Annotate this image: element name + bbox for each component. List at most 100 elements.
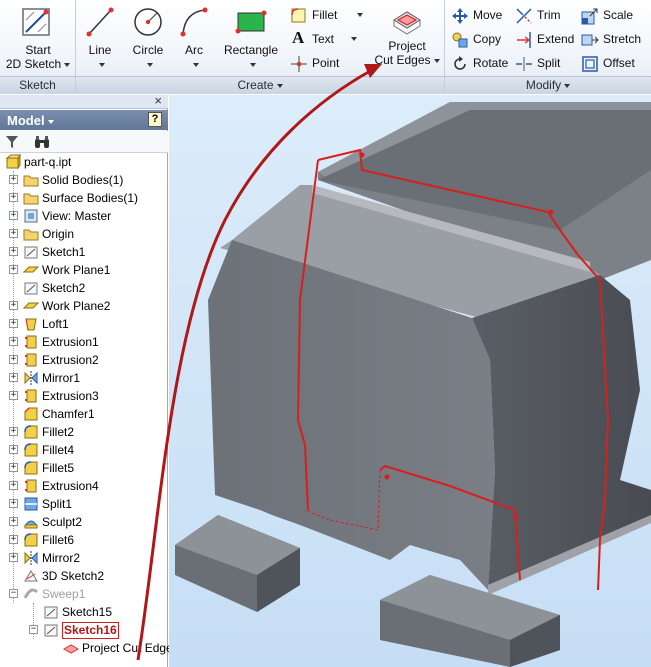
model-title[interactable]: Model <box>7 113 54 128</box>
close-icon[interactable]: × <box>154 93 162 108</box>
model-3d-view[interactable] <box>169 95 651 667</box>
expand-toggle[interactable]: + <box>9 193 18 202</box>
expand-toggle[interactable]: + <box>9 535 18 544</box>
find-binoculars-icon[interactable] <box>34 135 50 149</box>
expand-toggle[interactable]: + <box>9 319 18 328</box>
tree-node[interactable]: + Split1 <box>9 495 168 513</box>
browser-toolbar <box>0 131 168 153</box>
tree-node[interactable]: + Fillet4 <box>9 441 168 459</box>
expand-toggle[interactable]: + <box>9 175 18 184</box>
expand-toggle[interactable]: + <box>9 445 18 454</box>
scale-button[interactable]: Scale <box>581 5 649 25</box>
trim-button[interactable]: Trim <box>515 5 581 25</box>
start-2d-sketch-button[interactable]: Start 2D Sketch <box>4 6 72 71</box>
line-button[interactable]: Line <box>80 4 120 71</box>
point-label: Point <box>312 56 340 70</box>
expand-toggle[interactable]: + <box>9 211 18 220</box>
line-icon <box>86 7 114 37</box>
tree-node[interactable]: Project Cut Edge <box>62 639 173 657</box>
mirror-icon <box>24 371 38 385</box>
filter-icon[interactable] <box>5 135 19 149</box>
extrusion-icon <box>25 353 37 367</box>
expand-toggle[interactable]: + <box>9 391 18 400</box>
offset-button[interactable]: Offset <box>581 53 649 73</box>
tree-node[interactable]: + Sculpt2 <box>9 513 168 531</box>
tree-node-label: Origin <box>42 227 75 241</box>
expand-toggle[interactable]: + <box>9 265 18 274</box>
arc-button[interactable]: Arc <box>174 4 214 71</box>
tree-node[interactable]: + Extrusion3 <box>9 387 168 405</box>
chevron-down-icon <box>146 62 153 67</box>
left-foot <box>175 515 300 612</box>
tree-node[interactable]: + Surface Bodies(1) <box>9 189 168 207</box>
expand-toggle[interactable]: + <box>9 499 18 508</box>
expand-toggle[interactable]: + <box>9 337 18 346</box>
stretch-icon <box>581 34 599 46</box>
tree-node[interactable]: + Work Plane1 <box>9 261 168 279</box>
rotate-button[interactable]: Rotate <box>451 53 513 73</box>
tree-node[interactable]: + Fillet5 <box>9 459 168 477</box>
expand-toggle[interactable]: + <box>9 301 18 310</box>
tree-node[interactable]: + Solid Bodies(1) <box>9 171 168 189</box>
fillet-button[interactable]: Fillet <box>290 5 370 25</box>
expand-toggle[interactable]: + <box>9 427 18 436</box>
tree-node-label: part-q.ipt <box>24 155 72 169</box>
tree-node[interactable]: + Extrusion2 <box>9 351 168 369</box>
rotate-icon <box>454 56 466 70</box>
stretch-button[interactable]: Stretch <box>581 29 649 49</box>
split-label: Split <box>537 56 561 70</box>
point-button[interactable]: Point <box>290 53 370 73</box>
tree-node[interactable]: + Sketch1 <box>9 243 168 261</box>
tree-node[interactable]: − Sweep1 <box>9 585 168 603</box>
tree-node-label: Surface Bodies(1) <box>42 191 139 205</box>
expand-toggle[interactable]: + <box>9 355 18 364</box>
tree-node[interactable]: + Origin <box>9 225 168 243</box>
tree-node[interactable]: Chamfer1 <box>22 405 168 423</box>
tree-node[interactable]: + Mirror2 <box>9 549 168 567</box>
expand-toggle[interactable]: + <box>9 553 18 562</box>
tree-node[interactable]: + Work Plane2 <box>9 297 168 315</box>
tree-node[interactable]: part-q.ipt <box>4 153 168 171</box>
mirror-icon <box>24 551 38 565</box>
collapse-toggle[interactable]: − <box>29 625 38 634</box>
tree-node-label: Fillet6 <box>42 533 75 547</box>
tree-node[interactable]: + Loft1 <box>9 315 168 333</box>
scale-icon <box>581 8 598 25</box>
tree-node[interactable]: 3D Sketch2 <box>22 567 168 585</box>
expand-toggle[interactable]: + <box>9 247 18 256</box>
point-icon <box>291 56 307 72</box>
project-cut-edges-button[interactable]: Project Cut Edges <box>372 6 442 67</box>
move-button[interactable]: Move <box>451 5 513 25</box>
extend-button[interactable]: Extend <box>515 29 581 49</box>
collapse-toggle[interactable]: − <box>9 589 18 598</box>
create-panel-title[interactable]: Create <box>76 76 444 94</box>
rectangle-button[interactable]: Rectangle <box>219 4 283 71</box>
expand-toggle[interactable]: + <box>9 373 18 382</box>
tree-node[interactable]: − Sketch16 <box>29 621 168 639</box>
tree-node[interactable]: + Mirror1 <box>9 369 168 387</box>
circle-button[interactable]: Circle <box>126 4 170 71</box>
tree-node[interactable]: + Fillet2 <box>9 423 168 441</box>
text-button[interactable]: A Text <box>290 28 370 49</box>
tree-node[interactable]: + View: Master <box>9 207 168 225</box>
fillet-icon <box>291 8 306 23</box>
copy-button[interactable]: Copy <box>451 29 513 49</box>
split-button[interactable]: Split <box>515 53 581 73</box>
workplane-icon <box>23 302 39 309</box>
help-icon[interactable]: ? <box>148 112 162 127</box>
model-browser-header[interactable]: Model ? <box>0 110 168 130</box>
tree-node[interactable]: Sketch2 <box>22 279 168 297</box>
tree-node[interactable]: Sketch15 <box>42 603 168 621</box>
expand-toggle[interactable]: + <box>9 229 18 238</box>
ribbon: Start 2D Sketch Sketch Line Circle Arc R… <box>0 0 651 94</box>
tree-node[interactable]: + Extrusion1 <box>9 333 168 351</box>
extrusion-icon <box>25 335 37 349</box>
expand-toggle[interactable]: + <box>9 481 18 490</box>
expand-toggle[interactable]: + <box>9 463 18 472</box>
graphics-viewport[interactable] <box>169 95 651 667</box>
tree-node[interactable]: + Extrusion4 <box>9 477 168 495</box>
expand-toggle[interactable]: + <box>9 517 18 526</box>
tree-node[interactable]: + Fillet6 <box>9 531 168 549</box>
loft-icon <box>25 318 37 331</box>
modify-panel-title[interactable]: Modify <box>445 76 651 94</box>
